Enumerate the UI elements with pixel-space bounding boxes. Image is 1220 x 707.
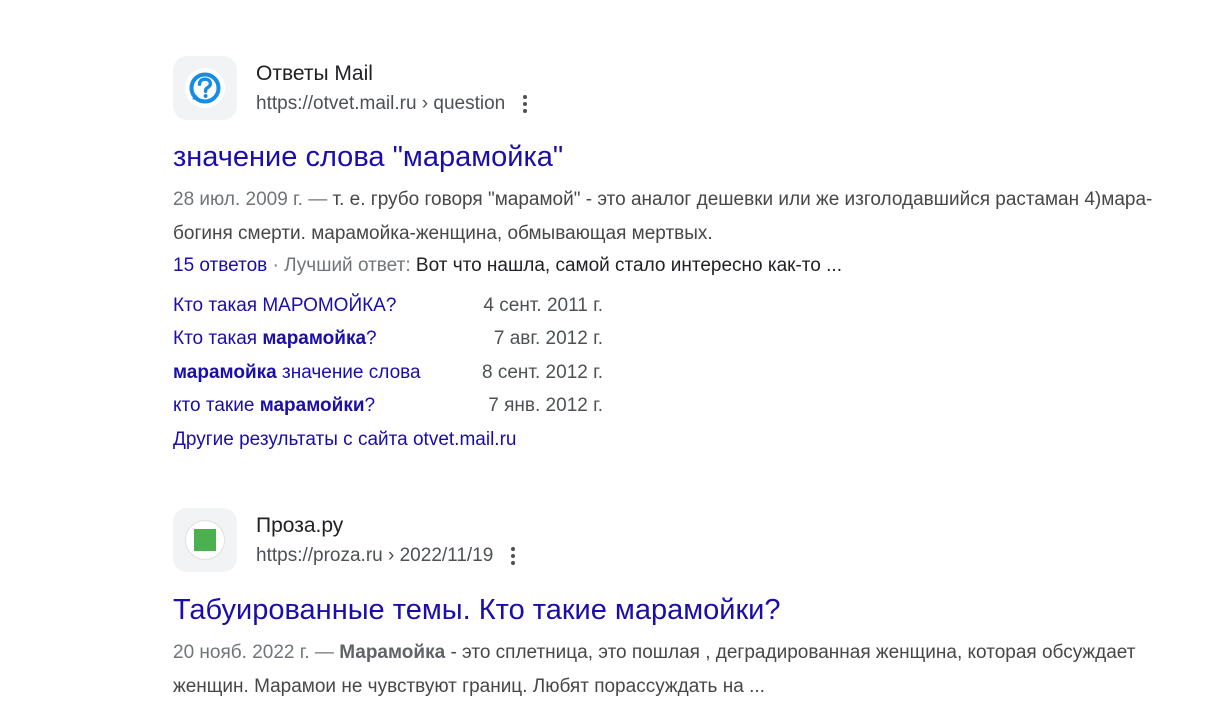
related-question-date: 7 авг. 2012 г. [493, 328, 603, 350]
result-source[interactable]: Проза.ру https://proza.ru › 2022/11/19 [173, 508, 1163, 574]
related-question-row[interactable]: марамойка значение слова 8 сент. 2012 г. [173, 356, 603, 390]
search-result: Ответы Mail https://otvet.mail.ru › ques… [173, 56, 1163, 456]
site-url: https://proza.ru › 2022/11/19 [256, 545, 516, 567]
site-name: Ответы Mail [256, 62, 373, 85]
related-question-link[interactable]: Кто такая МАРОМОЙКА? [173, 295, 483, 317]
question-text: значение слова [276, 361, 421, 383]
related-question-link[interactable]: марамойка значение слова [173, 362, 482, 384]
question-text: Кто такая [173, 328, 263, 350]
favicon [173, 56, 237, 120]
best-answer-text: Вот что нашла, самой стало интересно как… [415, 255, 842, 276]
snippet-date: 28 июл. 2009 г. — [173, 189, 328, 210]
site-name: Проза.ру [256, 514, 344, 537]
more-options-icon[interactable] [523, 95, 528, 113]
meta-separator: · [267, 255, 285, 276]
question-highlight: марамойки [259, 395, 365, 417]
related-question-date: 4 сент. 2011 г. [483, 294, 603, 316]
green-square-icon [194, 529, 216, 551]
question-text: ? [364, 395, 376, 417]
related-question-link[interactable]: кто такие марамойки? [173, 395, 488, 417]
question-text: Кто такая МАРОМОЙКА? [173, 294, 397, 316]
answers-count-link[interactable]: 15 ответов [173, 255, 267, 276]
result-snippet: 20 нояб. 2022 г. — Марамойка - это сплет… [173, 636, 1163, 704]
related-question-row[interactable]: Кто такая марамойка? 7 авг. 2012 г. [173, 323, 603, 357]
site-url: https://otvet.mail.ru › question [256, 93, 528, 115]
search-result: Проза.ру https://proza.ru › 2022/11/19 Т… [173, 508, 1163, 704]
related-question-row[interactable]: кто такие марамойки? 7 янв. 2012 г. [173, 390, 603, 424]
url-text: https://otvet.mail.ru › question [256, 93, 506, 114]
more-results-link[interactable]: Другие результаты с сайта otvet.mail.ru [173, 423, 1163, 456]
related-question-link[interactable]: Кто такая марамойка? [173, 328, 494, 350]
answers-meta: 15 ответов · Лучший ответ: Вот что нашла… [173, 251, 1163, 281]
question-text: ? [366, 328, 377, 350]
url-text: https://proza.ru › 2022/11/19 [256, 545, 494, 566]
result-snippet: 28 июл. 2009 г. — т. е. грубо говоря "ма… [173, 183, 1163, 251]
question-circle-icon [189, 72, 221, 104]
related-question-date: 8 сент. 2012 г. [482, 361, 603, 383]
question-highlight: марамойка [262, 328, 367, 350]
result-title-link[interactable]: Табуированные темы. Кто такие марамойки? [173, 592, 1163, 628]
related-question-row[interactable]: Кто такая МАРОМОЙКА? 4 сент. 2011 г. [173, 289, 603, 323]
result-title-link[interactable]: значение слова "марамойка" [173, 139, 1163, 175]
related-question-date: 7 янв. 2012 г. [488, 395, 603, 417]
snippet-date: 20 нояб. 2022 г. — [173, 642, 334, 663]
related-questions: Кто такая МАРОМОЙКА? 4 сент. 2011 г. Кто… [173, 289, 1163, 456]
best-answer-label: Лучший ответ: [284, 255, 416, 276]
snippet-highlight: Марамойка [339, 642, 446, 663]
question-text: кто такие [173, 395, 260, 417]
result-source[interactable]: Ответы Mail https://otvet.mail.ru › ques… [173, 56, 1163, 122]
more-options-icon[interactable] [511, 547, 516, 565]
favicon [173, 508, 237, 572]
question-highlight: марамойка [173, 361, 277, 383]
